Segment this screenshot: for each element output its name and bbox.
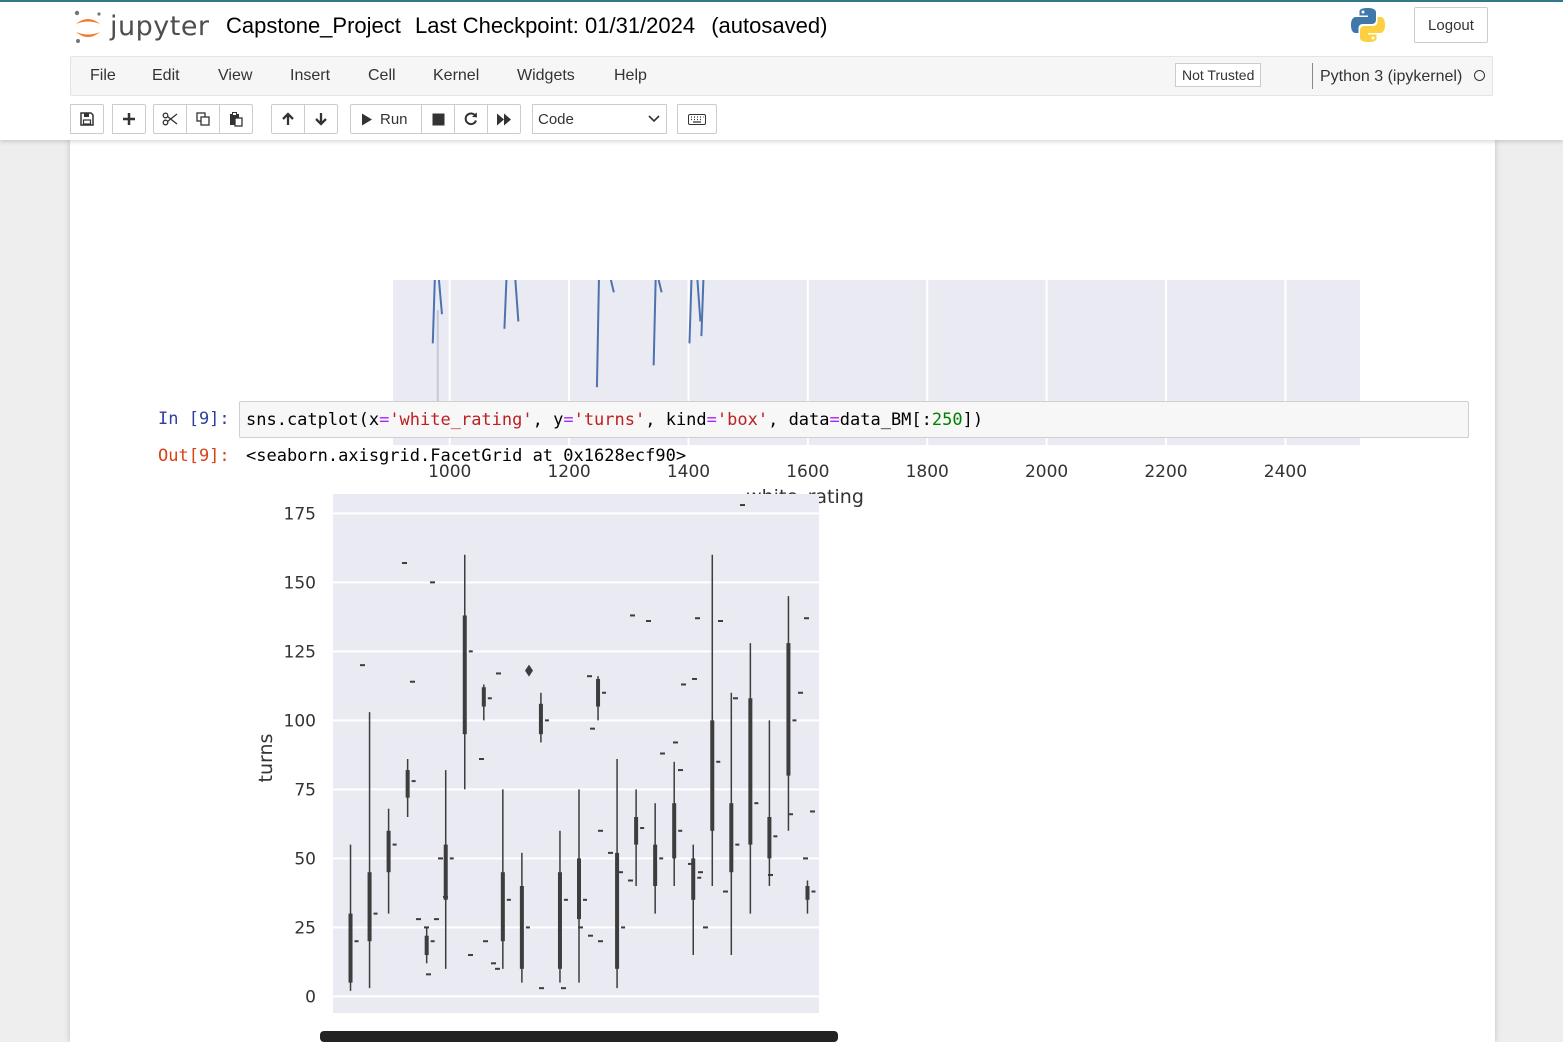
notebook-container: 10001200140016001800200022002400 0 white…	[70, 140, 1495, 1042]
code-token: , y	[532, 410, 564, 430]
menu-cell[interactable]: Cell	[368, 67, 396, 85]
header: jupyter Capstone_Project Last Checkpoint…	[0, 0, 1563, 140]
code-cell-input[interactable]: sns.catplot(x='white_rating', y='turns',…	[239, 401, 1469, 438]
chevron-down-icon	[648, 115, 660, 123]
cut-button[interactable]	[153, 104, 187, 134]
line-plot-white-rating: 10001200140016001800200022002400 0 white…	[365, 280, 1360, 508]
run-label: Run	[380, 110, 408, 128]
line-plot-xlabel: white_rating	[746, 486, 864, 508]
insert-cell-button[interactable]	[112, 104, 146, 134]
scissors-icon	[162, 112, 178, 126]
line-plot-xtick-label: 1600	[786, 462, 829, 482]
line-plot-xtick-label: 2000	[1025, 462, 1068, 482]
toolbar-keyboard-group	[677, 104, 717, 134]
menu-widgets[interactable]: Widgets	[517, 67, 575, 85]
kernel-idle-indicator-icon	[1474, 70, 1485, 81]
menu-file[interactable]: File	[90, 67, 116, 85]
move-down-button[interactable]	[304, 104, 338, 134]
not-trusted-button[interactable]: Not Trusted	[1175, 63, 1262, 87]
menu-help[interactable]: Help	[614, 67, 647, 85]
header-accent-line	[0, 0, 1563, 2]
toolbar-move-group	[271, 104, 338, 134]
arrow-down-icon	[315, 113, 327, 126]
code-token: sns.catplot(x	[246, 410, 380, 430]
line-plot-xtick-label: 1800	[906, 462, 949, 482]
notebook-title-area: Capstone_Project Last Checkpoint: 01/31/…	[226, 13, 827, 39]
checkpoint-status: Last Checkpoint: 01/31/2024	[415, 13, 696, 38]
menubar: File Edit View Insert Cell Kernel Widget…	[70, 56, 1493, 96]
menu-kernel[interactable]: Kernel	[433, 67, 479, 85]
jupyter-logo-icon	[74, 10, 101, 43]
code-line: sns.catplot(x='white_rating', y='turns',…	[246, 410, 983, 430]
toolbar-run-group: Run	[350, 104, 521, 134]
code-token: 'turns'	[573, 410, 646, 430]
menu-view[interactable]: View	[218, 67, 252, 85]
stop-icon	[432, 113, 444, 125]
code-token: =	[379, 410, 390, 430]
restart-kernel-button[interactable]	[454, 104, 488, 134]
plus-icon	[123, 113, 135, 125]
fast-forward-icon	[497, 113, 511, 125]
code-token: , data	[768, 410, 830, 430]
cell-type-value: Code	[538, 110, 574, 128]
interrupt-kernel-button[interactable]	[421, 104, 455, 134]
arrow-up-icon	[282, 112, 294, 125]
kernel-separator	[1312, 63, 1313, 89]
notebook-name[interactable]: Capstone_Project	[226, 13, 401, 38]
code-token: 'box'	[716, 410, 769, 430]
autosave-status: (autosaved)	[711, 13, 828, 38]
logout-button[interactable]: Logout	[1414, 7, 1488, 43]
menu-edit[interactable]: Edit	[152, 67, 180, 85]
code-token: 250	[931, 410, 963, 430]
play-icon	[362, 113, 372, 125]
code-token: , kind	[645, 410, 707, 430]
cell-type-select[interactable]: Code	[532, 104, 667, 134]
restart-run-all-button[interactable]	[487, 104, 521, 134]
line-plot-xtick-label: 2400	[1264, 462, 1307, 482]
jupyter-logo[interactable]: jupyter	[72, 6, 210, 46]
save-icon	[80, 112, 94, 126]
code-token: data_BM[:	[839, 410, 932, 430]
code-token: =	[706, 410, 717, 430]
keyboard-icon	[688, 113, 706, 125]
code-token: ])	[962, 410, 984, 430]
paste-icon	[230, 111, 243, 127]
code-token: =	[829, 410, 840, 430]
jupyter-logo-text: jupyter	[110, 10, 210, 42]
save-button[interactable]	[70, 104, 104, 134]
run-button[interactable]: Run	[350, 104, 422, 134]
menu-insert[interactable]: Insert	[290, 67, 330, 85]
toolbar-save-group	[70, 104, 104, 134]
move-up-button[interactable]	[271, 104, 305, 134]
command-palette-button[interactable]	[677, 104, 717, 134]
toolbar-edit-group	[153, 104, 253, 134]
toolbar-insert-group	[112, 104, 146, 134]
python-logo-icon	[1349, 6, 1387, 49]
input-prompt: In [9]:	[158, 409, 230, 429]
restart-icon	[464, 112, 478, 126]
kernel-name[interactable]: Python 3 (ipykernel)	[1320, 68, 1462, 86]
line-plot-xtick-label: 2200	[1144, 462, 1187, 482]
copy-button[interactable]	[186, 104, 220, 134]
output-prompt: Out[9]:	[158, 446, 230, 466]
copy-icon	[196, 112, 210, 126]
paste-button[interactable]	[219, 104, 253, 134]
code-token: 'white_rating'	[389, 410, 533, 430]
output-text: <seaborn.axisgrid.FacetGrid at 0x1628ecf…	[246, 446, 687, 466]
code-token: =	[563, 410, 574, 430]
